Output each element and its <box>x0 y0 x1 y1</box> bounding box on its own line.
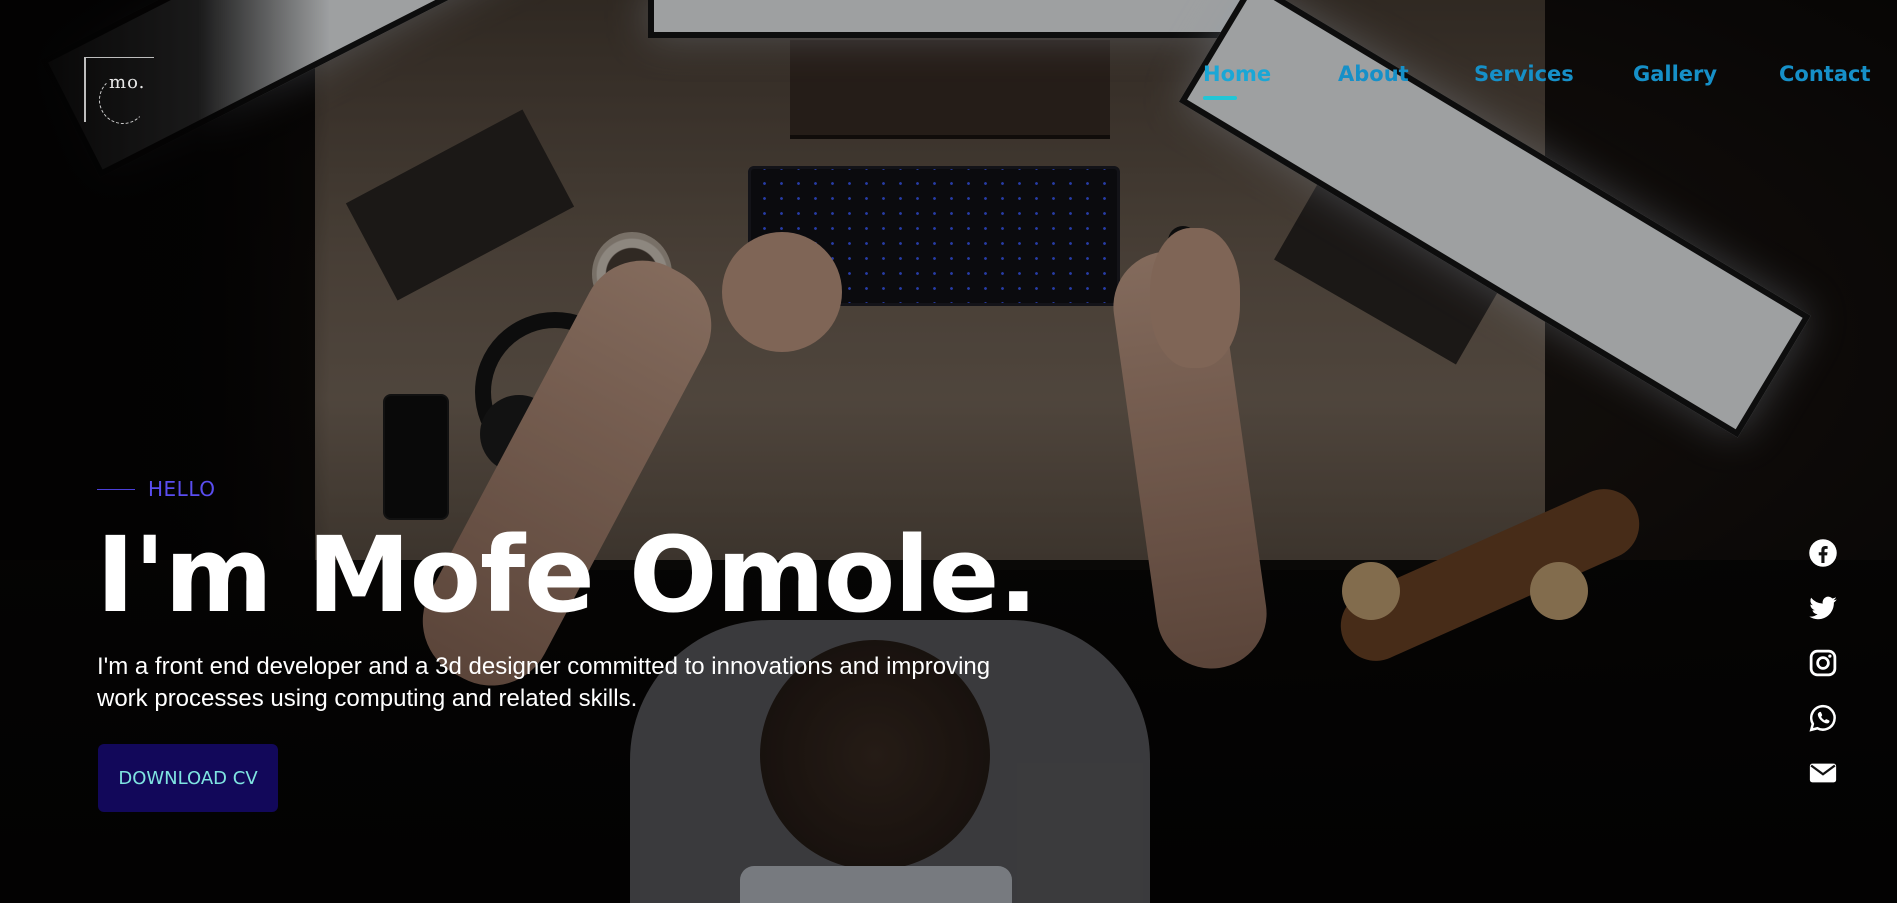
nav-gallery[interactable]: Gallery <box>1633 62 1717 86</box>
instagram-icon <box>1809 649 1837 677</box>
mail-link[interactable] <box>1806 756 1840 790</box>
hero-subtitle: I'm a front end developer and a 3d desig… <box>97 653 991 712</box>
twitter-icon <box>1809 596 1837 620</box>
nav-home[interactable]: Home <box>1203 62 1271 86</box>
eyebrow-text: HELLO <box>148 477 216 501</box>
twitter-link[interactable] <box>1806 591 1840 625</box>
social-links <box>1806 536 1840 811</box>
hero-title: I'm Mofe Omole. <box>96 514 1038 636</box>
eyebrow-line <box>97 488 135 490</box>
main-nav: Home About Services Gallery Contact <box>1200 62 1897 102</box>
download-cv-button[interactable]: DOWNLOAD CV <box>98 744 278 812</box>
facebook-icon <box>1809 539 1837 567</box>
instagram-link[interactable] <box>1806 646 1840 680</box>
hero-eyebrow: HELLO <box>97 477 216 501</box>
mail-icon <box>1809 763 1837 783</box>
logo-border <box>84 58 86 122</box>
dark-overlay <box>0 0 1897 903</box>
hero-background-photo <box>0 0 1897 903</box>
whatsapp-link[interactable] <box>1806 701 1840 735</box>
whatsapp-icon <box>1809 704 1836 732</box>
nav-active-underline <box>1203 96 1237 100</box>
nav-contact[interactable]: Contact <box>1779 62 1871 86</box>
nav-about[interactable]: About <box>1338 62 1409 86</box>
logo[interactable]: mo. <box>84 57 154 124</box>
logo-mark: mo. <box>109 72 146 93</box>
nav-services[interactable]: Services <box>1474 62 1574 86</box>
facebook-link[interactable] <box>1806 536 1840 570</box>
